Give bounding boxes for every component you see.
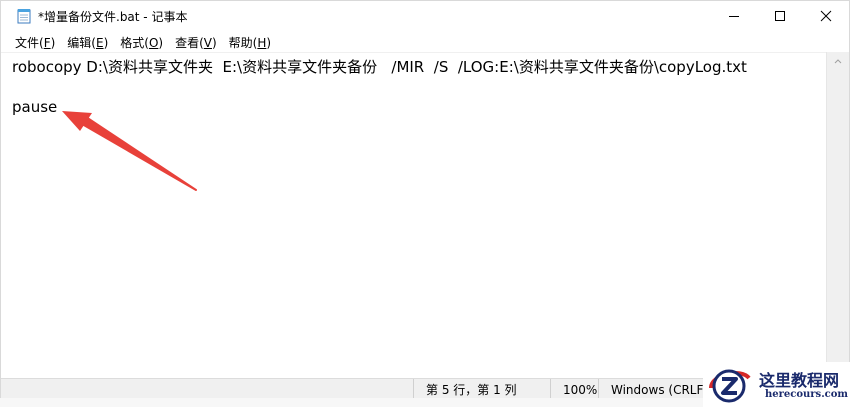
maximize-button[interactable] xyxy=(757,1,803,31)
minimize-button[interactable] xyxy=(711,1,757,31)
zoom-level: 100% xyxy=(550,379,598,400)
close-icon xyxy=(820,10,832,22)
maximize-icon xyxy=(775,11,785,21)
watermark-logo-icon xyxy=(709,369,751,403)
menu-bar: 文件(F) 编辑(E) 格式(O) 查看(V) 帮助(H) xyxy=(1,32,849,52)
menu-help[interactable]: 帮助(H) xyxy=(223,34,277,51)
watermark-url: herecours.com xyxy=(765,389,849,400)
chevron-up-icon xyxy=(834,58,842,63)
line-ending: Windows (CRLF) xyxy=(598,379,708,400)
cursor-position: 第 5 行，第 1 列 xyxy=(413,379,550,400)
minimize-icon xyxy=(729,16,739,17)
scroll-up-button[interactable] xyxy=(827,52,849,69)
editor-line[interactable]: pause xyxy=(12,98,57,116)
text-editor[interactable]: robocopy D:\资料共享文件夹 E:\资料共享文件夹备份 /MIR /S… xyxy=(1,52,828,379)
menu-view[interactable]: 查看(V) xyxy=(169,34,223,51)
notepad-icon xyxy=(17,9,31,24)
editor-line[interactable]: robocopy D:\资料共享文件夹 E:\资料共享文件夹备份 /MIR /S… xyxy=(12,56,747,77)
title-bar[interactable]: *增量备份文件.bat - 记事本 xyxy=(1,1,849,31)
vertical-scrollbar[interactable] xyxy=(826,52,849,378)
close-button[interactable] xyxy=(803,1,849,31)
menu-file[interactable]: 文件(F) xyxy=(9,34,61,51)
menu-format[interactable]: 格式(O) xyxy=(114,34,169,51)
watermark: 这里教程网 herecours.com xyxy=(703,362,850,407)
watermark-title: 这里教程网 xyxy=(759,371,840,390)
window-title: *增量备份文件.bat - 记事本 xyxy=(38,10,188,24)
menu-edit[interactable]: 编辑(E) xyxy=(61,34,114,51)
notepad-window: *增量备份文件.bat - 记事本 文件(F) 编辑(E) 格式(O) 查看(V… xyxy=(0,0,850,407)
